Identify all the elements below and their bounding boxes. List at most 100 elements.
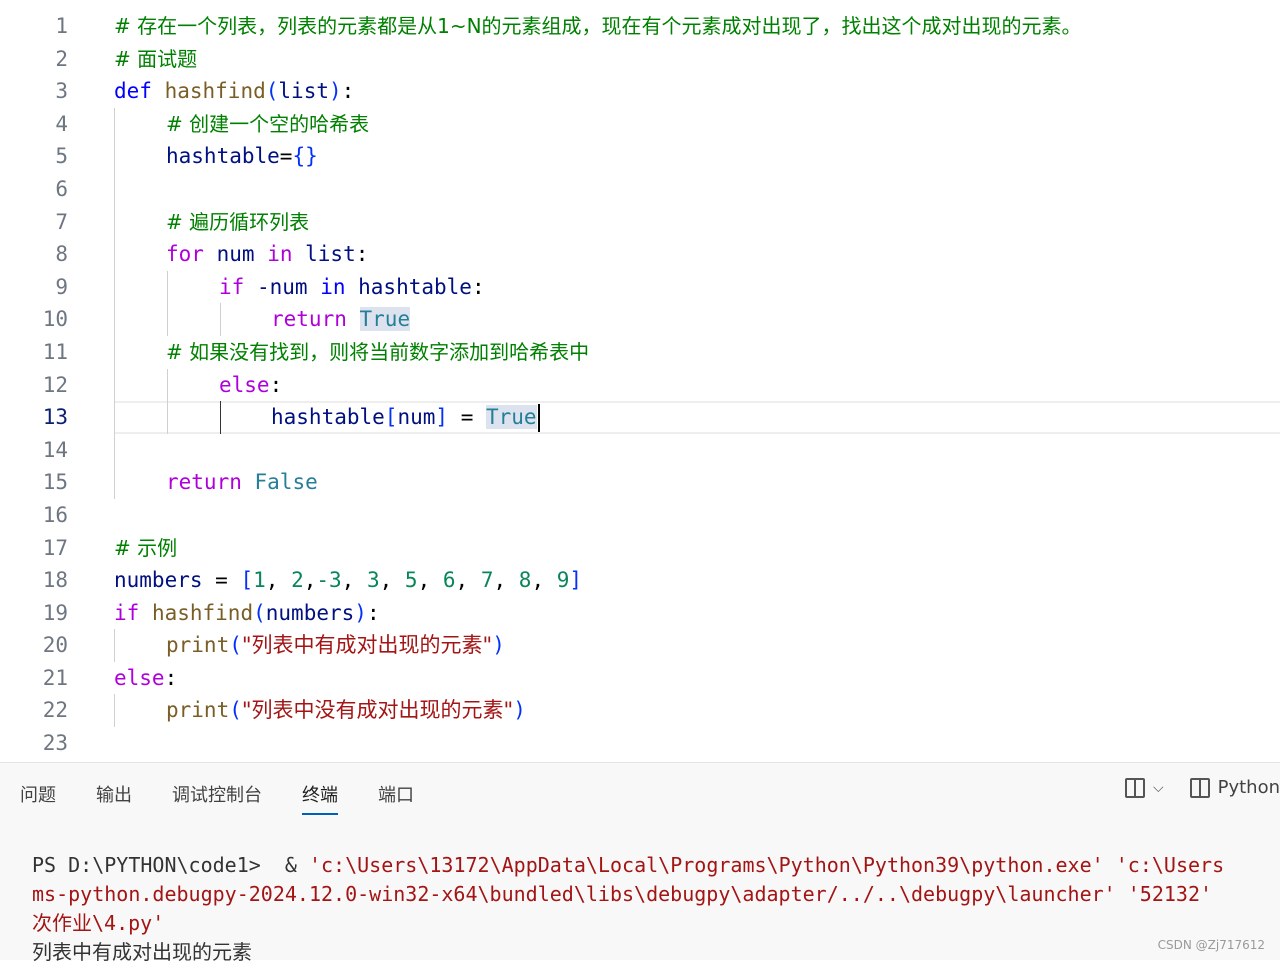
line-number: 2 [55, 46, 68, 71]
comment: # 如果没有找到，则将当前数字添加到哈希表中 [166, 339, 590, 364]
chevron-down-icon[interactable]: ⌵ [1153, 780, 1164, 796]
terminal-line: ms-python.debugpy-2024.12.0-win32-x64\bu… [32, 880, 1280, 909]
line-number: 21 [42, 665, 68, 690]
line-number: 22 [42, 698, 68, 723]
terminal-line: 次作业\4.py' [32, 909, 1280, 938]
code-line: print("列表中有成对出现的元素") [114, 629, 1280, 662]
indent-guide [114, 270, 115, 304]
indent-guide [114, 401, 115, 434]
line-number: 8 [55, 242, 68, 267]
tab-ports[interactable]: 端口 [378, 781, 414, 815]
code-line: return True [114, 303, 1280, 336]
variable: list [305, 242, 356, 267]
code-line: # 遍历循环列表 [114, 205, 1280, 239]
code-line: print("列表中没有成对出现的元素") [114, 694, 1280, 728]
terminal-profile-icon[interactable] [1189, 777, 1210, 798]
variable: numbers [265, 600, 355, 625]
text-cursor [537, 404, 540, 433]
code-line [114, 172, 1280, 206]
line-number: 20 [42, 633, 68, 658]
constant: False [254, 470, 318, 495]
bracket: ) [328, 79, 342, 104]
current-code-line: hashtable[num] = True [114, 401, 1280, 434]
code-line: def hashfind(list): [114, 79, 355, 104]
line-number: 11 [42, 339, 68, 364]
code-line [114, 433, 1280, 467]
keyword: def [114, 79, 152, 104]
terminal-string: 次作业 [32, 911, 92, 935]
line-number: 14 [42, 437, 68, 462]
terminal-prompt: PS D:\PYTHON\code1> [32, 853, 261, 877]
function-name: print [166, 698, 230, 723]
terminal-output[interactable]: PS D:\PYTHON\code1> & 'c:\Users\13172\Ap… [32, 851, 1280, 967]
code-line: else: [114, 368, 1280, 402]
tab-debug-console[interactable]: 调试控制台 [172, 781, 262, 815]
bracket: [ [384, 405, 398, 430]
bracket: ( [229, 633, 242, 658]
active-line-number: 13 [42, 405, 68, 430]
bracket: ( [253, 600, 266, 625]
number: 3 [366, 568, 380, 593]
variable: num [397, 405, 436, 430]
terminal-string: \4.py' [92, 911, 165, 935]
variable: hashtable [166, 144, 280, 169]
indent-guide [114, 694, 115, 728]
tab-output[interactable]: 输出 [96, 781, 132, 815]
terminal-operator: & [284, 853, 297, 877]
bracket: ( [229, 698, 242, 723]
code-area[interactable]: # 存在一个列表，列表的元素都是从1~N的元素组成，现在有个元素成对出现了，找出… [114, 10, 1280, 760]
indent-guide [220, 303, 221, 336]
parameter: list [278, 79, 329, 104]
indent-guide [167, 368, 168, 402]
keyword: if [114, 600, 140, 625]
panel-tabs: 问题 输出 调试控制台 终端 端口 [20, 781, 454, 815]
line-number: 12 [42, 372, 68, 397]
indent-guide [167, 401, 168, 434]
comment: # 示例 [114, 535, 178, 560]
keyword: else [114, 665, 165, 690]
line-number-gutter: 1 2 3 4 5 6 7 8 9 10 11 12 13 14 15 16 1… [0, 10, 70, 760]
bracket: ] [569, 568, 583, 593]
function-name: hashfind [151, 600, 254, 625]
keyword: else [219, 372, 270, 397]
number: 6 [442, 568, 456, 593]
indent-guide [114, 172, 115, 206]
code-line: # 创建一个空的哈希表 [114, 107, 1280, 141]
constant: True [485, 405, 537, 430]
tab-problems[interactable]: 问题 [20, 781, 56, 815]
bracket: ) [354, 600, 367, 625]
line-number: 6 [55, 176, 68, 201]
function-name: hashfind [164, 79, 266, 104]
indent-guide [114, 335, 115, 369]
tab-terminal[interactable]: 终端 [302, 781, 338, 815]
split-panel-icon[interactable] [1124, 777, 1145, 798]
indent-guide [114, 238, 115, 271]
terminal-line: PS D:\PYTHON\code1> & 'c:\Users\13172\Ap… [32, 851, 1280, 880]
bottom-panel: 问题 输出 调试控制台 终端 端口 ⌵ Python PS D:\PYTHON\… [0, 762, 1280, 964]
code-editor[interactable]: 1 2 3 4 5 6 7 8 9 10 11 12 13 14 15 16 1… [0, 0, 1280, 762]
bracket: ( [265, 79, 279, 104]
bracket: {} [292, 144, 318, 169]
terminal-string: 'c:\Users\13172\AppData\Local\Programs\P… [308, 853, 1104, 877]
bracket: [ [240, 568, 254, 593]
bracket: ] [435, 405, 449, 430]
constant: True [359, 307, 411, 332]
terminal-string: ms-python.debugpy-2024.12.0-win32-x64\bu… [32, 882, 1116, 906]
indent-guide [114, 140, 115, 173]
keyword: for [166, 242, 204, 267]
keyword: return [166, 470, 242, 495]
panel-actions: ⌵ Python [1124, 777, 1280, 798]
bracket: ) [513, 698, 526, 723]
terminal-profile-label[interactable]: Python [1218, 777, 1280, 798]
indent-guide [114, 629, 115, 662]
variable: numbers [114, 568, 203, 593]
variable: num [216, 242, 255, 267]
comment: # 存在一个列表，列表的元素都是从1~N的元素组成，现在有个元素成对出现了，找出… [114, 14, 1082, 38]
line-number: 17 [42, 535, 68, 560]
indent-guide [167, 303, 168, 336]
variable: hashtable [271, 405, 385, 430]
line-number: 1 [55, 14, 68, 38]
line-number: 10 [42, 307, 68, 332]
code-line: numbers = [1, 2,-3, 3, 5, 6, 7, 8, 9] [114, 568, 583, 593]
